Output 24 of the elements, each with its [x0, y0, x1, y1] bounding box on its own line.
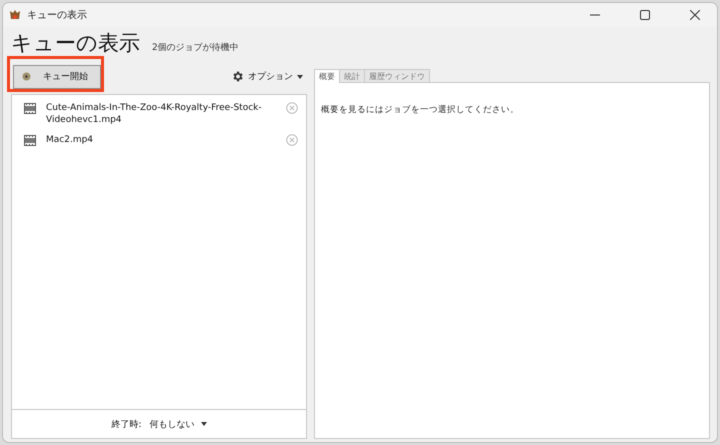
queue-status: 2個のジョブが待機中 [152, 42, 239, 54]
options-menu[interactable]: オプション [231, 70, 307, 83]
window-title: キューの表示 [27, 8, 88, 22]
caret-icon [200, 422, 207, 426]
maximize-icon [640, 10, 650, 20]
close-icon [690, 10, 700, 20]
when-done-dropdown[interactable]: 何もしない [150, 418, 207, 430]
page-title: キューの表示 [11, 30, 140, 57]
film-icon [24, 103, 36, 114]
tab[interactable]: 履歴ウィンドウ [364, 69, 430, 82]
film-icon [24, 135, 36, 146]
start-queue-button[interactable]: キュー開始 [13, 64, 101, 88]
queue-item[interactable]: Cute-Animals-In-The-Zoo-4K-Royalty-Free-Stock-Videohevc1.mp4 [46, 102, 276, 126]
remove-icon[interactable] [286, 102, 298, 114]
tab[interactable]: 概要 [314, 69, 340, 83]
settings-icon [231, 70, 244, 83]
app-logo-icon [9, 9, 21, 21]
remove-icon[interactable] [286, 134, 298, 146]
summary-message: 概要を見るにはジョブを一つ選択してください。 [321, 105, 519, 115]
queue-item[interactable]: Mac2.mp4 [46, 134, 276, 146]
tab[interactable]: 統計 [339, 69, 365, 82]
play-icon [22, 72, 31, 81]
when-done-label: 終了時: [111, 418, 142, 430]
caret-icon [297, 74, 303, 78]
